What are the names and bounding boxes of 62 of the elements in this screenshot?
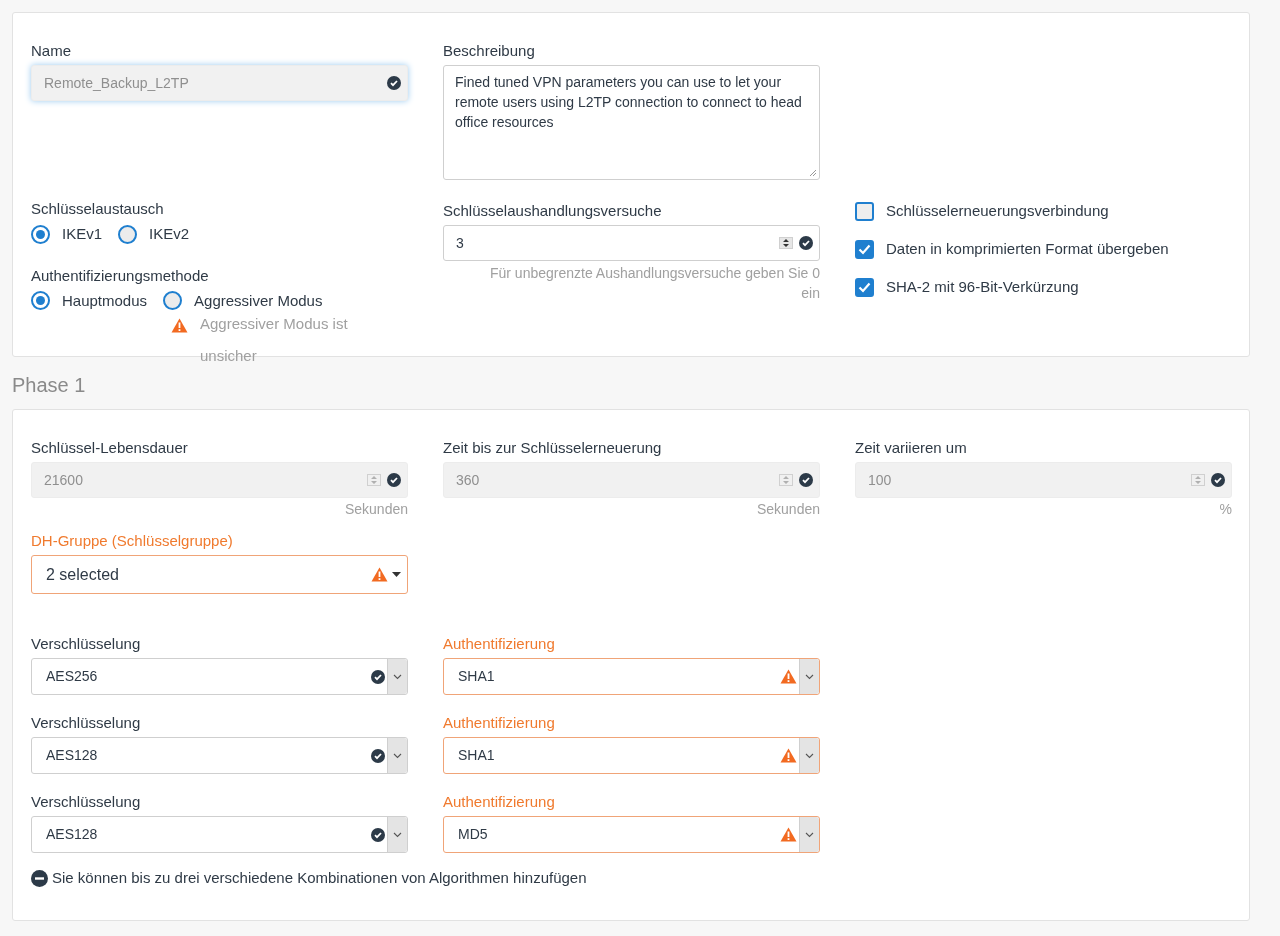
unit-label: Sekunden [343,500,408,519]
dropdown[interactable]: SHA1 [443,737,820,774]
field-label: Verschlüsselung [31,792,142,812]
field-label: Authentifizierungsmethode [31,265,210,286]
field-label: Verschlüsselung [31,634,142,654]
field-label: Authentifizierung [443,634,556,654]
dropdown[interactable]: SHA1 [443,658,820,695]
warning-icon [171,318,188,333]
section-title: Phase 1 [12,373,86,398]
dropdown-toggle[interactable] [799,817,819,852]
radio-button[interactable] [118,224,138,244]
field-label: Beschreibung [443,41,536,61]
chevron-down-icon [805,673,814,680]
field-label: Authentifizierung [443,713,556,733]
checkbox[interactable] [855,239,874,259]
unit-label: Sekunden [755,500,820,519]
dropdown-toggle[interactable] [387,659,407,694]
hint-text: Für unbegrenzte Aushandlungsversuche geben Sie 0 ein [489,264,820,303]
field-label: Authentifizierung [443,792,556,812]
field-label: Zeit bis zur Schlüsselerneuerung [443,438,663,458]
dropdown-toggle[interactable] [387,738,407,773]
field-label: Name [31,41,72,61]
field-label: Verschlüsselung [31,713,142,733]
radio-option[interactable]: Aggressiver Modus [163,289,323,312]
dropdown[interactable]: MD5 [443,816,820,853]
chevron-down-icon [393,673,402,680]
caret-down-icon[interactable] [392,572,401,577]
field-label: Schlüssel-Lebensdauer [31,438,189,458]
radio-option[interactable]: Hauptmodus [31,289,148,312]
number-field[interactable]: 3 [443,225,820,261]
dropdown[interactable]: AES128 [31,737,408,774]
chevron-down-icon [805,831,814,838]
radio-option[interactable]: IKEv1 [31,223,103,246]
checkbox-label: Daten in komprimierten Format übergeben [886,239,1169,259]
spinner-arrows-icon[interactable] [779,237,793,249]
checkbox-label: Schlüsselerneuerungsverbindung [886,201,1109,221]
field-label: Schlüsselaustausch [31,199,165,219]
dropdown-toggle[interactable] [799,738,819,773]
dropdown-toggle[interactable] [387,817,407,852]
remove-circle-icon[interactable] [31,869,48,887]
dropdown[interactable]: AES256 [31,658,408,695]
description-field[interactable]: Fined tuned VPN parameters you can use to let your remote users using L2TP connection to connect to head office resources [443,65,820,180]
checkbox-label: SHA-2 mit 96-Bit-Verkürzung [886,277,1079,297]
field-label: Schlüsselaushandlungsversuche [443,201,663,221]
radio-button[interactable] [31,291,50,311]
chevron-down-icon [805,752,814,759]
checkbox[interactable] [855,277,874,297]
dropdown[interactable]: 2 selected [31,555,408,594]
warning-text: Aggressiver Modus ist unsicher [200,314,349,366]
radio-option[interactable]: IKEv2 [118,223,190,246]
radio-button[interactable] [31,224,50,244]
chevron-down-icon [393,831,402,838]
dropdown[interactable]: AES128 [31,816,408,853]
chevron-down-icon [393,752,402,759]
field-label: Zeit variieren um [855,438,968,458]
radio-button[interactable] [163,291,183,311]
checkbox[interactable] [855,201,874,221]
field-label: DH-Gruppe (Schlüsselgruppe) [31,531,234,551]
info-text: Sie können bis zu drei verschiedene Kombinationen von Algorithmen hinzufügen [52,868,587,888]
dropdown-toggle[interactable] [799,659,819,694]
unit-label: % [1218,500,1232,519]
resize-grip-icon[interactable] [809,169,817,177]
